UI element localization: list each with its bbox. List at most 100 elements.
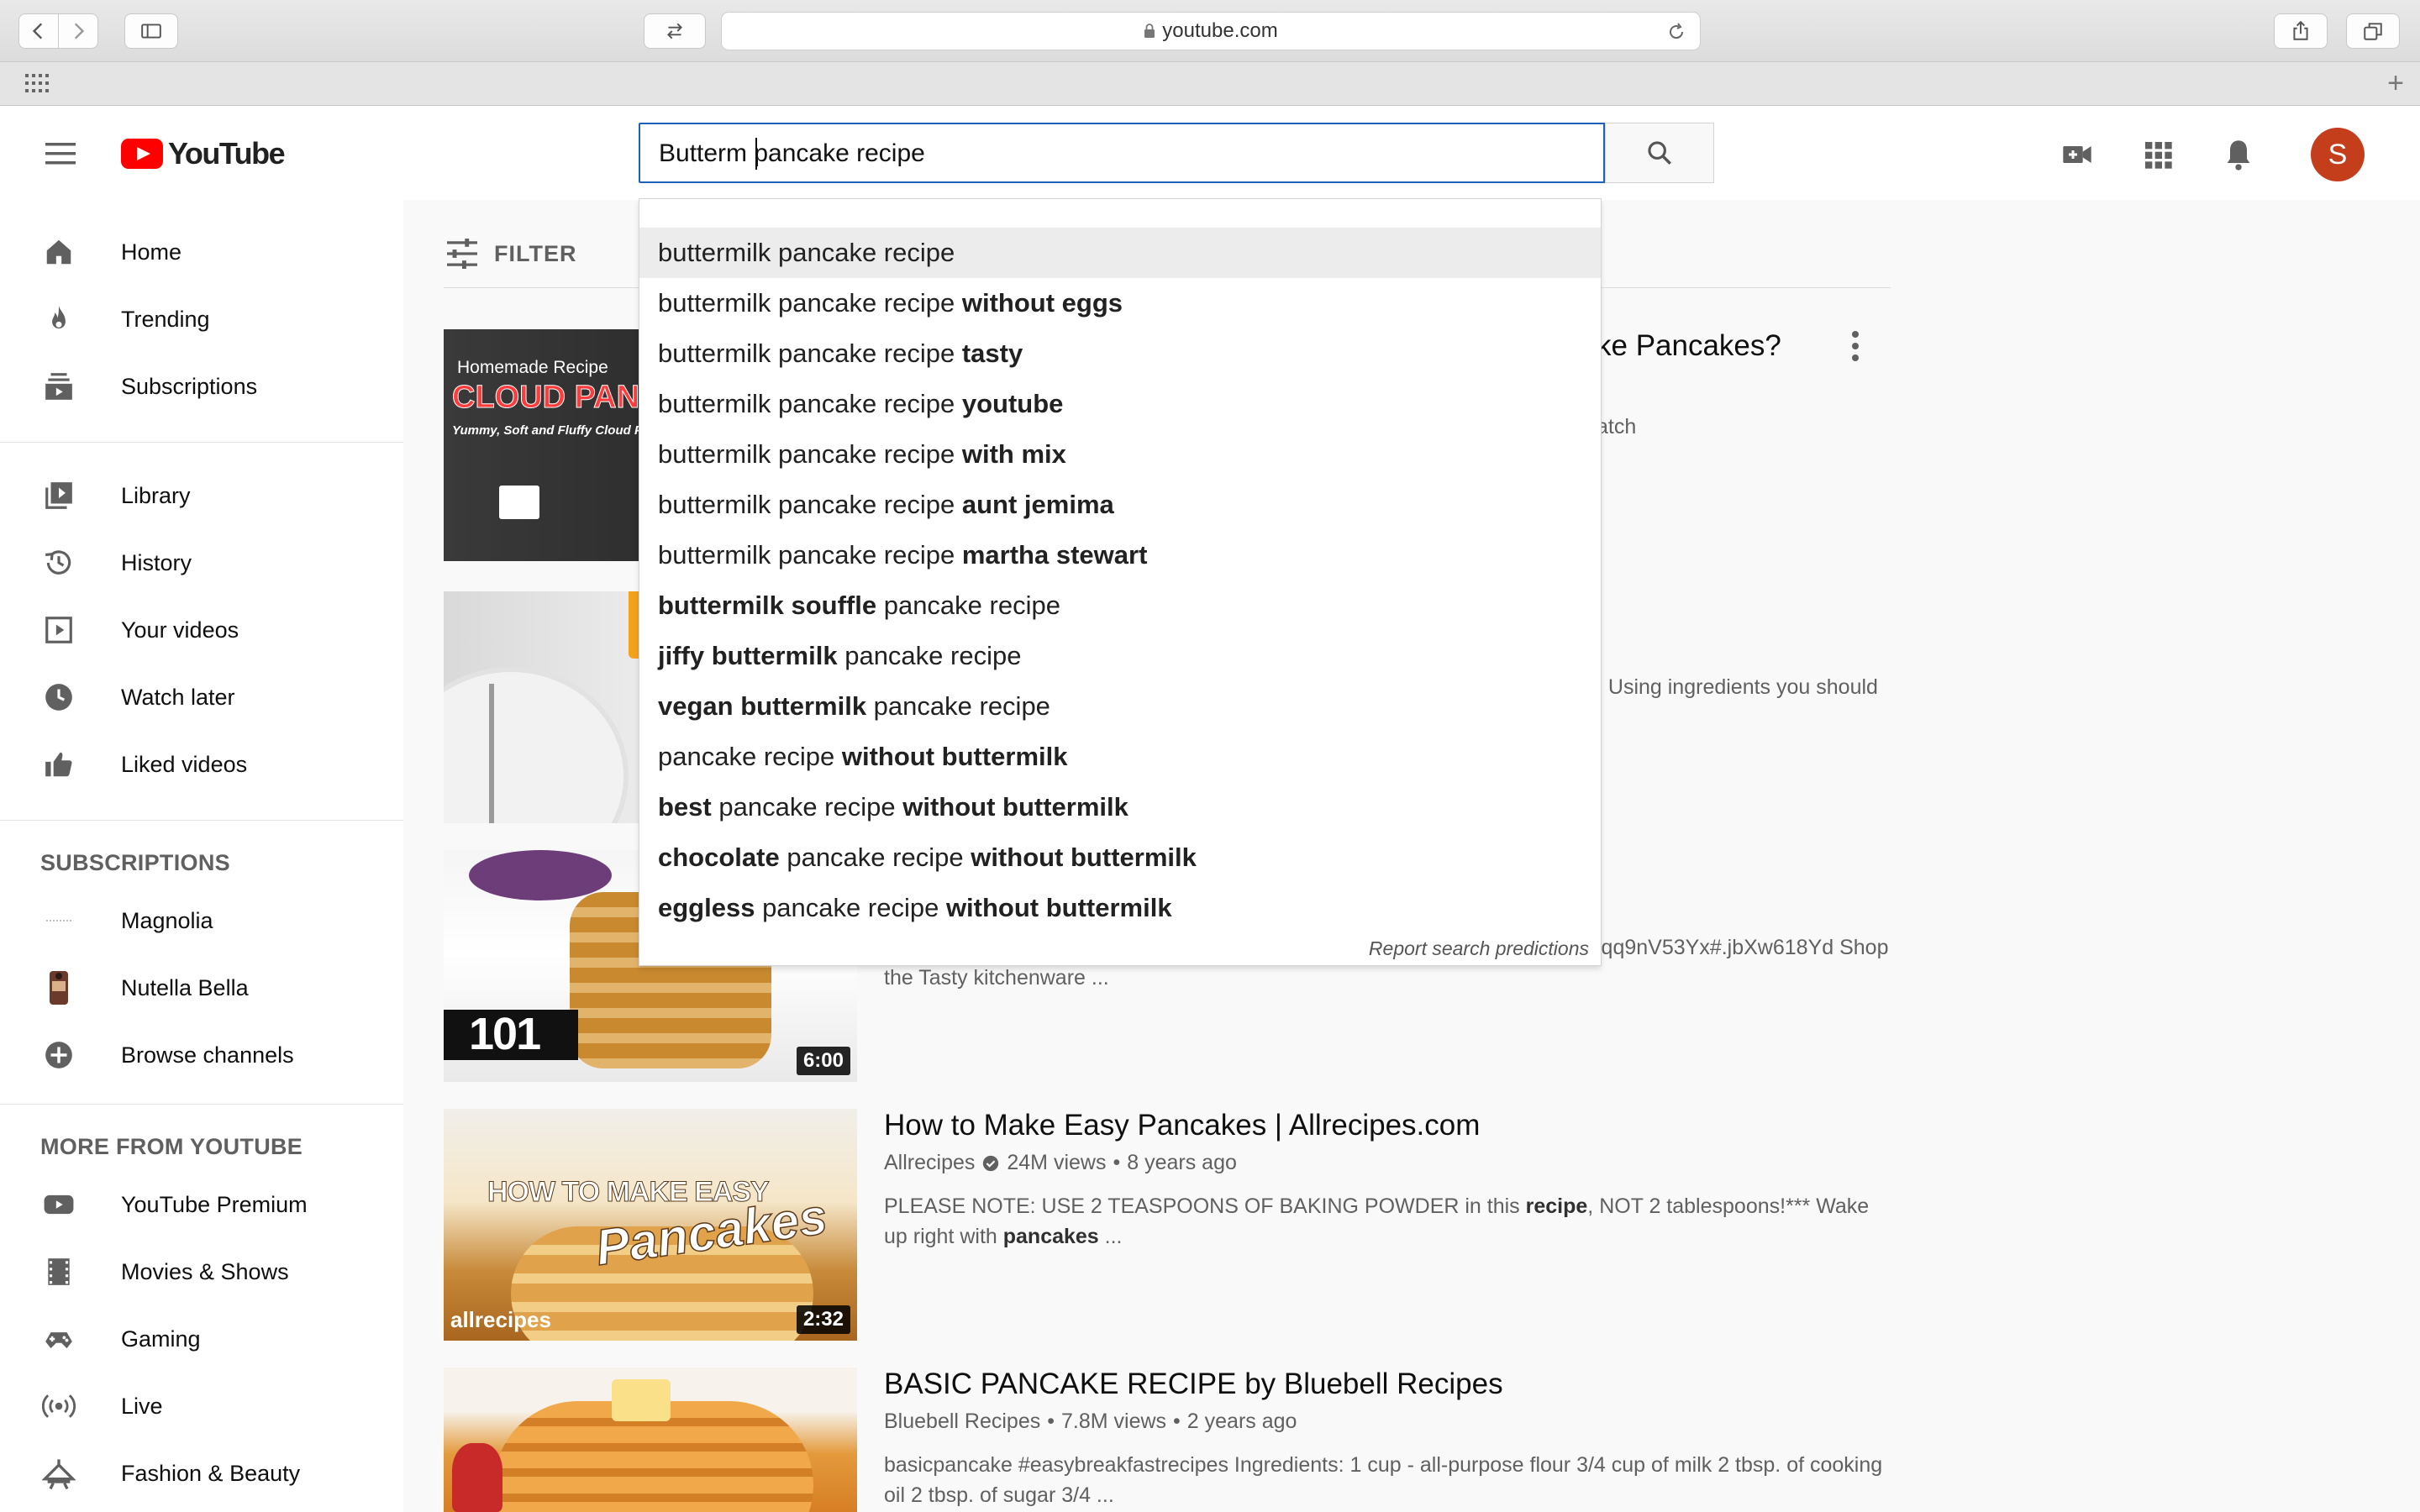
suggestion-completion: martha stewart [961,540,1148,570]
search-suggestion[interactable]: jiffy buttermilk pancake recipe [639,631,1601,681]
suggestion-completion: eggless [658,893,755,922]
sidebar-item-watch-later[interactable]: Watch later [0,664,403,731]
suggestion-query: buttermilk [658,540,771,570]
sidebar-item-home[interactable]: Home [0,218,403,286]
search-suggestion[interactable]: pancake recipe without buttermilk [639,732,1601,782]
suggestion-completion: without buttermilk [971,843,1197,872]
favorites-grid-icon[interactable] [25,74,50,92]
sidebar-item-label: Your videos [121,617,239,643]
suggestion-completion: youtube [961,389,1064,418]
sidebar-item-live[interactable]: Live [0,1373,403,1440]
search-suggestions-dropdown: Report search predictions buttermilk pan… [639,198,1602,966]
search-suggestion[interactable]: buttermilk pancake recipe tasty [639,328,1601,379]
video-title[interactable]: How to Make Easy Pancakes | Allrecipes.c… [884,1109,1480,1142]
sidebar-item-nutella-bella[interactable]: Nutella Bella [0,954,403,1021]
forward-button[interactable] [58,13,98,49]
address-bar[interactable]: youtube.com [721,12,1701,50]
video-title[interactable]: ke Pancakes? [1597,329,1781,363]
reload-icon[interactable] [1666,22,1686,42]
more-vert-icon[interactable] [1850,329,1860,363]
search-suggestion[interactable]: eggless pancake recipe without buttermil… [639,883,1601,933]
filter-button[interactable]: FILTER [445,239,576,269]
search-suggestion[interactable]: chocolate pancake recipe without butterm… [639,832,1601,883]
sidebar-item-label: Subscriptions [121,373,258,399]
sidebar-item-browse-channels[interactable]: Browse channels [0,1021,403,1089]
suggestion-query: pancake recipe [771,288,962,318]
tab-overview-button[interactable] [644,13,706,49]
video-thumbnail[interactable] [444,1368,857,1512]
sidebar-divider [0,442,403,443]
library-icon [42,479,76,512]
subscriptions-heading: SUBSCRIPTIONS [40,850,230,875]
new-tab-button[interactable]: + [2383,69,2408,97]
video-camera-icon[interactable] [2060,138,2094,171]
search-suggestion[interactable]: buttermilk pancake recipe aunt jemima [639,480,1601,530]
sidebar-item-label: Watch later [121,684,235,710]
suggestion-query: pancake recipe [779,843,971,872]
sidebar-item-subscriptions[interactable]: Subscriptions [0,353,403,420]
desc-highlight: pancakes [1002,1225,1099,1248]
sidebar-item-trending[interactable]: Trending [0,286,403,353]
channel-avatar-nutella-bella [42,971,76,1005]
share-button[interactable] [2274,13,2328,49]
search-suggestion[interactable]: buttermilk souffle pancake recipe [639,580,1601,631]
duration-badge: 6:00 [796,1047,850,1075]
suggestion-query: pancake recipe [711,792,903,822]
search-suggestion[interactable]: buttermilk pancake recipe without eggs [639,278,1601,328]
sidebar-item-label: Magnolia [121,907,213,933]
share-icon [2293,20,2308,40]
tab-bar [0,62,2420,106]
back-button[interactable] [18,13,59,49]
suggestion-query: pancake recipe [771,439,962,469]
avatar[interactable]: S [2311,128,2365,181]
channel-avatar-magnolia [42,904,76,937]
report-search-predictions-link[interactable]: Report search predictions [1369,937,1589,960]
sidebar-item-fashion-beauty[interactable]: Fashion & Beauty [0,1440,403,1507]
sidebar-item-liked-videos[interactable]: Liked videos [0,731,403,798]
suggestion-query: buttermilk [658,439,771,469]
search-suggestion[interactable]: vegan buttermilk pancake recipe [639,681,1601,732]
channel-name[interactable]: Bluebell Recipes [884,1410,1040,1434]
film-icon [42,1255,76,1289]
sidebar-item-movies-shows[interactable]: Movies & Shows [0,1238,403,1305]
sidebar-item-magnolia[interactable]: Magnolia [0,887,403,954]
suggestion-query: buttermilk [658,490,771,519]
strawberry-shape [452,1443,502,1512]
suggestion-completion: tasty [961,339,1023,368]
search-suggestion[interactable]: buttermilk pancake recipe martha stewart [639,530,1601,580]
sidebar-divider [0,1104,403,1105]
filter-label: FILTER [494,240,577,266]
yt-masthead: YouTube Butterm pancake recipe S [0,106,2420,200]
menu-icon[interactable] [45,143,76,165]
channel-name[interactable]: Allrecipes [884,1151,975,1175]
sidebar-item-gaming[interactable]: Gaming [0,1305,403,1373]
plus-circle-icon [42,1038,76,1072]
search-suggestion[interactable]: best pancake recipe without buttermilk [639,782,1601,832]
search-suggestion[interactable]: buttermilk pancake recipe [639,228,1601,278]
tabs-button[interactable] [2346,13,2400,49]
youtube-logo[interactable]: YouTube [121,136,286,171]
video-thumbnail[interactable]: HOW TO MAKE EASY Pancakes allrecipes 2:3… [444,1109,857,1341]
search-suggestion[interactable]: buttermilk pancake recipe with mix [639,429,1601,480]
sidebar-item-library[interactable]: Library [0,462,403,529]
bell-icon[interactable] [2222,138,2255,171]
gamepad-icon [42,1322,76,1356]
sidebar-item-label: Trending [121,306,210,332]
sidebar-item-youtube-premium[interactable]: YouTube Premium [0,1171,403,1238]
sidebar-divider [0,820,403,821]
suggestion-query: pancake recipe [771,540,962,570]
view-count: 24M views [1007,1151,1107,1174]
search-button[interactable] [1605,123,1714,183]
sidebar-item-your-videos[interactable]: Your videos [0,596,403,664]
sidebar-toggle-button[interactable] [124,13,178,49]
video-title[interactable]: BASIC PANCAKE RECIPE by Bluebell Recipes [884,1368,1503,1401]
search-input[interactable]: Butterm pancake recipe [639,123,1605,183]
suggestion-completion: with mix [961,439,1066,469]
sidebar-item-history[interactable]: History [0,529,403,596]
upload-age: 2 years ago [1186,1410,1297,1433]
butter-shape [612,1379,671,1421]
suggestion-query: pancake recipe [755,893,946,922]
search-suggestion[interactable]: buttermilk pancake recipe youtube [639,379,1601,429]
apps-icon[interactable] [2141,138,2175,171]
clock-icon [42,680,76,714]
